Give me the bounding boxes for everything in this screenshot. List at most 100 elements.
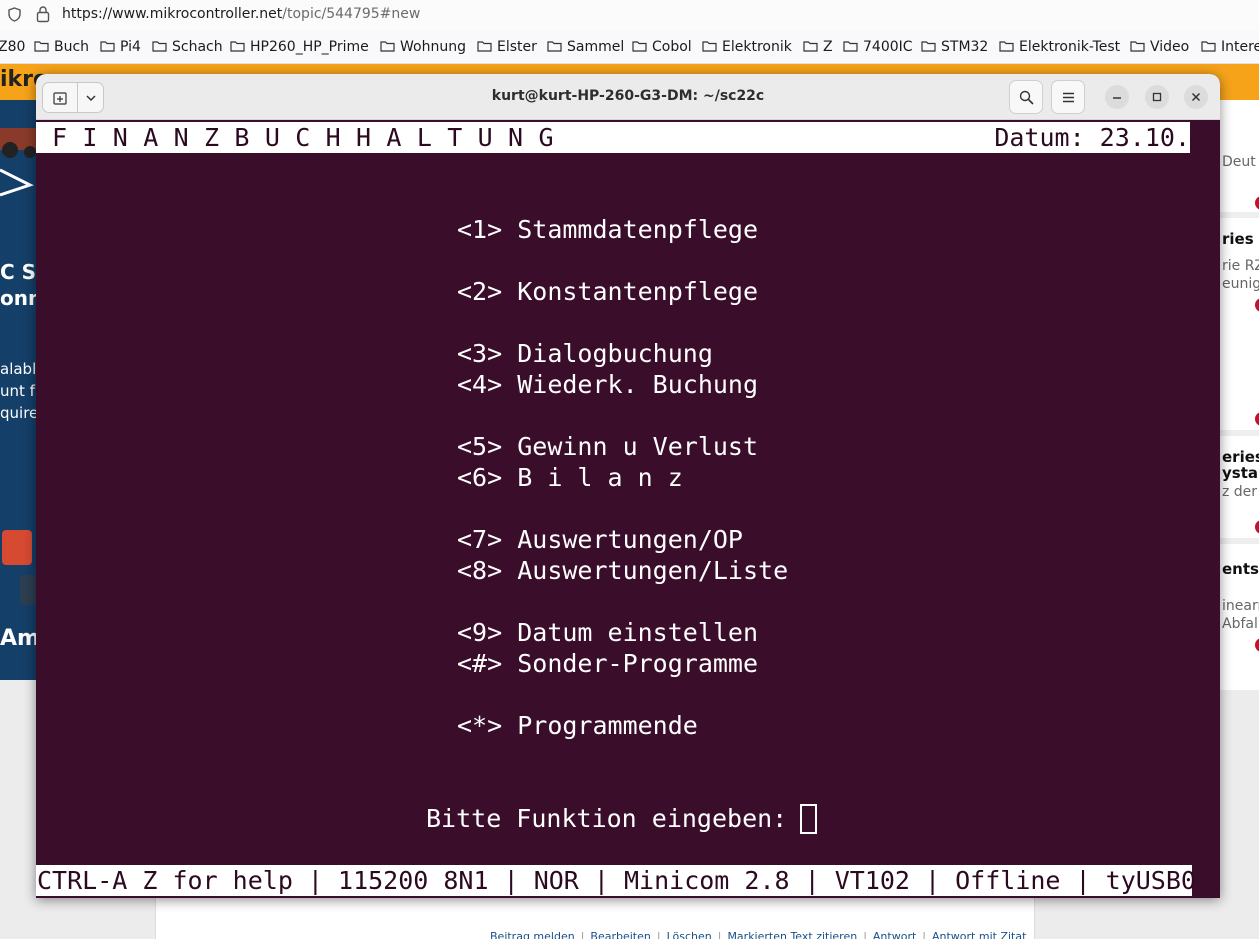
folder-icon — [921, 41, 936, 52]
bookmark-item[interactable]: Video — [1130, 39, 1189, 55]
function-prompt: Bitte Funktion eingeben: — [426, 804, 788, 833]
menu-label: Sonder-Programme — [517, 649, 759, 678]
menu-button[interactable] — [1051, 80, 1085, 114]
bookmark-item[interactable]: 7400IC — [843, 39, 913, 55]
menu-item[interactable]: <2> Konstantenpflege — [457, 276, 758, 307]
ad-text: alabl — [0, 360, 37, 378]
bookmark-item[interactable]: Z — [803, 39, 833, 55]
menu-item[interactable]: <*> Programmende — [457, 710, 698, 741]
report-post-link[interactable]: Beitrag melden — [490, 930, 575, 939]
menu-item[interactable]: <7> Auswertungen/OP — [457, 524, 743, 555]
bookmark-item[interactable]: Buch — [34, 39, 89, 55]
menu-label: Konstantenpflege — [517, 277, 759, 306]
bookmark-label: Buch — [54, 39, 90, 55]
menu-key: <4> — [457, 370, 503, 399]
menu-item[interactable]: <5> Gewinn u Verlust — [457, 431, 758, 462]
menu-key: <6> — [457, 463, 503, 492]
folder-icon — [843, 41, 858, 52]
sidebar-text[interactable]: ents — [1222, 560, 1259, 578]
menu-item[interactable]: <6> B i l a n z — [457, 462, 683, 493]
bookmark-label: 7400IC — [863, 39, 913, 55]
bookmark-item[interactable]: HP260_HP_Prime — [230, 39, 369, 55]
bookmark-item[interactable]: Cobol — [632, 39, 692, 55]
maximize-button[interactable] — [1145, 85, 1169, 109]
bookmark-item[interactable]: Pi4 — [100, 39, 141, 55]
lock-icon[interactable] — [36, 5, 50, 23]
sidebar-text: rie RZ — [1222, 258, 1259, 274]
tractor-icon — [0, 128, 37, 158]
terminal-screen[interactable]: F I N A N Z B U C H H A L T U N G Datum:… — [36, 120, 1220, 898]
quote-selection-link[interactable]: Markierten Text zitieren — [727, 930, 857, 939]
sidebar-text: inearr — [1222, 598, 1259, 614]
bookmark-item[interactable]: Schach — [152, 39, 223, 55]
minimize-icon — [1113, 97, 1121, 99]
url-text[interactable]: https://www.mikrocontroller.net/topic/54… — [62, 6, 420, 22]
folder-icon — [803, 41, 818, 52]
input-cursor[interactable] — [800, 804, 817, 834]
menu-item[interactable]: <#> Sonder-Programme — [457, 648, 758, 679]
bookmark-label: HP260_HP_Prime — [250, 39, 369, 55]
sidebar-text: eunig — [1222, 276, 1259, 292]
bookmark-item[interactable]: Sammel — [547, 39, 624, 55]
bookmark-item[interactable]: Z80 — [0, 39, 25, 55]
menu-key: <7> — [457, 525, 503, 554]
badge-icon — [1255, 196, 1259, 210]
menu-key: <9> — [457, 618, 503, 647]
bookmark-item[interactable]: Elektronik — [702, 39, 792, 55]
equipment-icon — [2, 530, 37, 605]
bookmark-item[interactable]: Wohnung — [380, 39, 466, 55]
arrow-graphic-icon — [0, 168, 34, 197]
bookmark-label: Video — [1150, 39, 1190, 55]
menu-item[interactable]: <9> Datum einstellen — [457, 617, 758, 648]
bookmark-label: Elster — [497, 39, 537, 55]
ad-text: quire — [0, 404, 37, 422]
menu-label: B i l a n z — [517, 463, 683, 492]
terminal-window[interactable]: kurt@kurt-HP-260-G3-DM: ~/sc22c F I N A … — [36, 74, 1220, 898]
bookmark-label: Elektronik-Test — [1019, 39, 1121, 55]
badge-icon — [1255, 412, 1259, 426]
menu-key: <#> — [457, 649, 503, 678]
minimize-button[interactable] — [1105, 85, 1129, 109]
menu-item[interactable]: <8> Auswertungen/Liste — [457, 555, 788, 586]
menu-item[interactable]: <1> Stammdatenpflege — [457, 214, 758, 245]
bookmark-label: Sammel — [567, 39, 625, 55]
reply-with-quote-link[interactable]: Antwort mit Zitat — [932, 930, 1026, 939]
terminal-titlebar[interactable]: kurt@kurt-HP-260-G3-DM: ~/sc22c — [36, 74, 1220, 120]
bookmark-label: STM32 — [941, 39, 989, 55]
close-button[interactable] — [1184, 85, 1208, 109]
sidebar-text[interactable]: ries — [1222, 230, 1254, 248]
delete-post-link[interactable]: Löschen — [667, 930, 712, 939]
reply-link[interactable]: Antwort — [873, 930, 916, 939]
sidebar-separator — [1220, 212, 1259, 218]
menu-label: Wiederk. Buchung — [517, 370, 759, 399]
application-header: F I N A N Z B U C H H A L T U N G Datum:… — [36, 122, 1190, 153]
search-button[interactable] — [1009, 80, 1043, 114]
menu-label: Programmende — [517, 711, 698, 740]
bookmark-item[interactable]: STM32 — [921, 39, 988, 55]
folder-icon — [999, 41, 1014, 52]
folder-icon — [152, 41, 167, 52]
shield-icon[interactable] — [8, 7, 21, 22]
edit-post-link[interactable]: Bearbeiten — [590, 930, 650, 939]
browser-url-bar[interactable]: https://www.mikrocontroller.net/topic/54… — [0, 0, 1259, 30]
menu-item[interactable]: <3> Dialogbuchung — [457, 338, 713, 369]
menu-key: <5> — [457, 432, 503, 461]
bookmark-item[interactable]: Elektronik-Test — [999, 39, 1120, 55]
right-sidebar: Deut ries rie RZ eunig eries ystal z der… — [1220, 100, 1259, 690]
sidebar-text: z der — [1222, 484, 1258, 500]
menu-key: <8> — [457, 556, 503, 585]
bookmark-item[interactable]: Elster — [477, 39, 537, 55]
maximize-icon — [1152, 92, 1162, 102]
ad-text: C Se — [0, 260, 37, 284]
left-advertisement[interactable]: C Se onne alabl unt f quire Amp — [0, 100, 37, 680]
bookmark-label: Z — [823, 39, 833, 55]
sidebar-text[interactable]: ystal — [1222, 464, 1259, 482]
bookmark-item[interactable]: Intere — [1201, 39, 1259, 55]
application-title: F I N A N Z B U C H H A L T U N G — [52, 123, 554, 152]
folder-icon — [100, 41, 115, 52]
menu-item[interactable]: <4> Wiederk. Buchung — [457, 369, 758, 400]
bookmark-label: Pi4 — [120, 39, 141, 55]
menu-label: Datum einstellen — [517, 618, 759, 647]
bookmark-label: Wohnung — [400, 39, 466, 55]
bookmark-label: Z80 — [0, 39, 26, 55]
